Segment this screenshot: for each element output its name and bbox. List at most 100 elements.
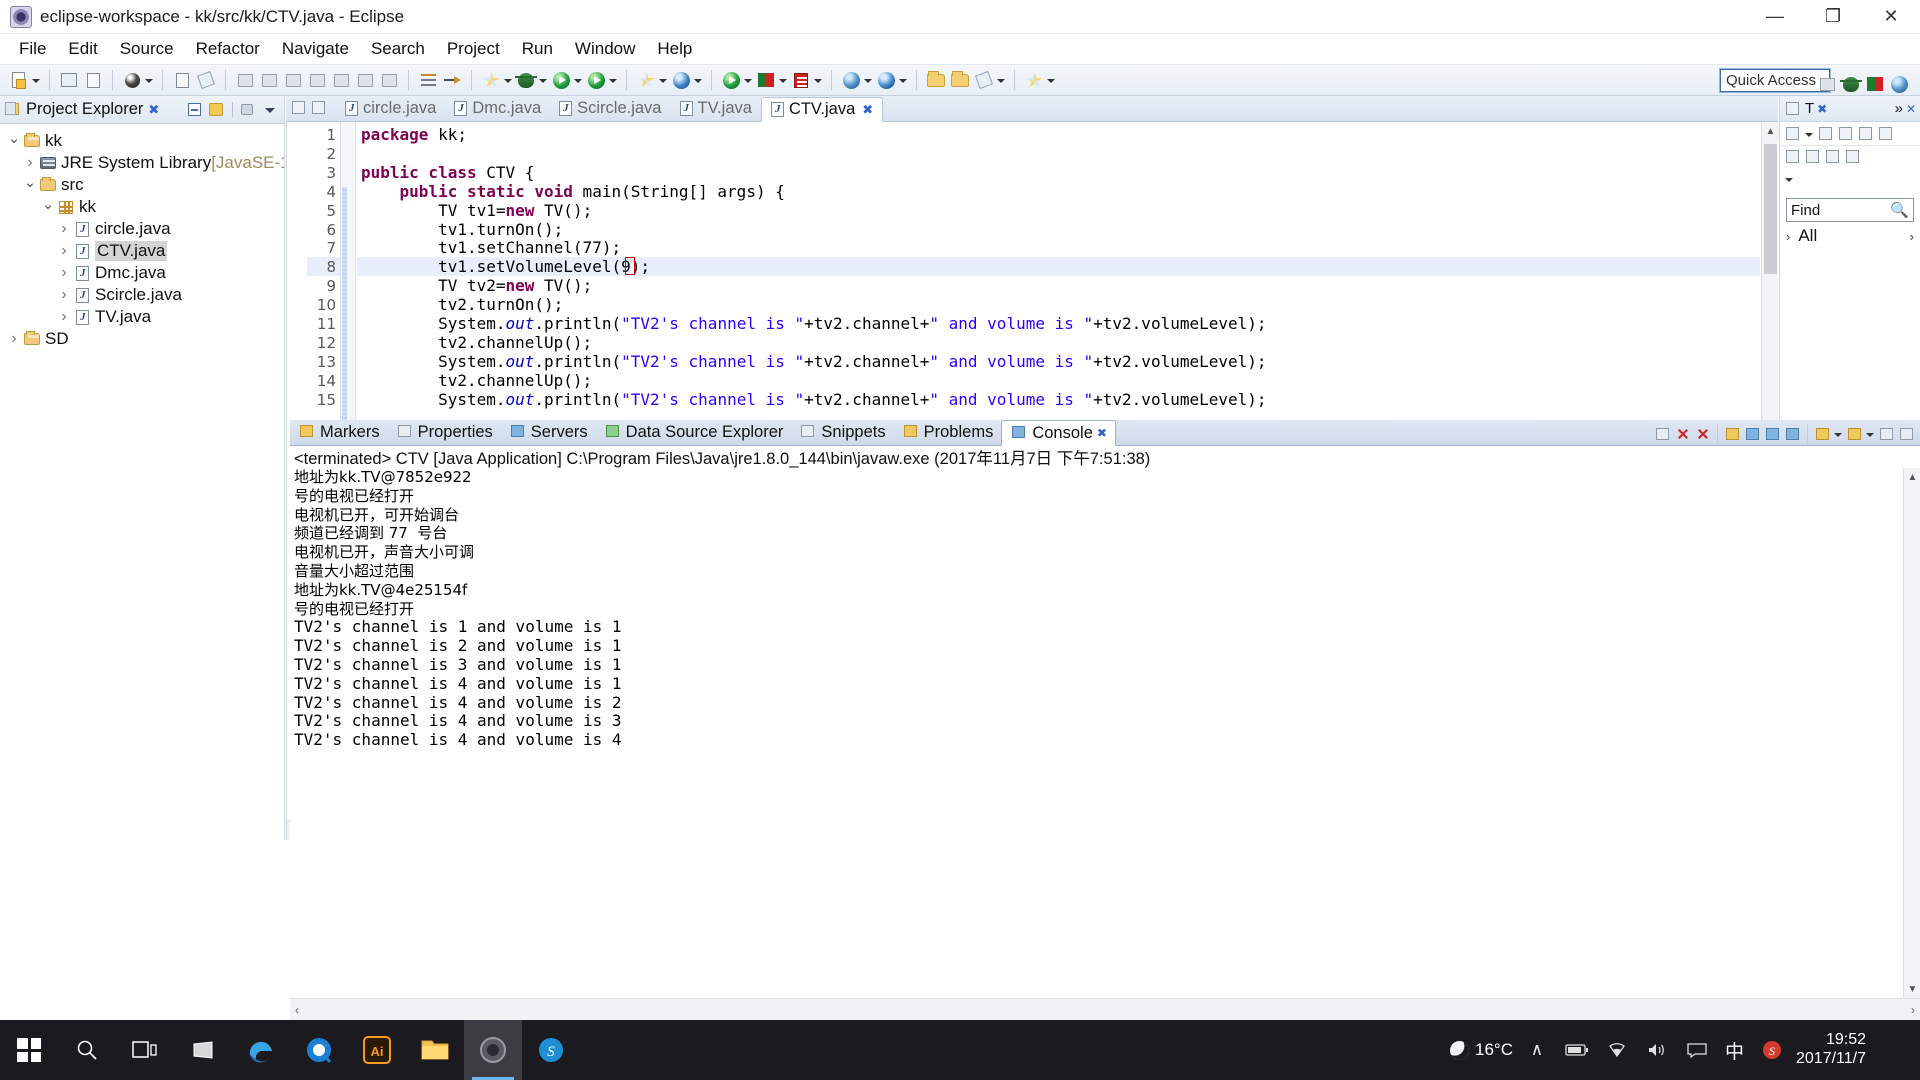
minimize-editor-icon[interactable] (290, 99, 308, 117)
open-console-caret[interactable] (1833, 423, 1842, 445)
maximize-icon[interactable] (1897, 425, 1916, 444)
open-type-icon[interactable] (234, 69, 256, 91)
save-icon[interactable] (58, 69, 80, 91)
hide-static-icon[interactable] (1804, 148, 1822, 166)
stop-server-icon[interactable] (755, 69, 777, 91)
run-caret[interactable] (573, 69, 582, 91)
search-icon[interactable]: 🔍 (1890, 201, 1909, 219)
new-element-icon[interactable] (635, 69, 657, 91)
arrow-right-icon[interactable] (441, 69, 463, 91)
ime-extra-icon[interactable]: S (1752, 1020, 1792, 1080)
chevron-down-icon[interactable] (1784, 168, 1793, 190)
coverage-icon[interactable] (480, 69, 502, 91)
menu-help[interactable]: Help (646, 36, 703, 62)
scroll-thumb[interactable] (1764, 144, 1777, 274)
terminate-server-icon[interactable] (790, 69, 812, 91)
run-server-icon[interactable] (720, 69, 742, 91)
scroll-up-arrow[interactable]: ▲ (1762, 122, 1779, 140)
close-panel-icon[interactable]: ✕ (1906, 102, 1916, 116)
chevron-double-right-icon[interactable]: » (1895, 100, 1903, 117)
menu-edit[interactable]: Edit (57, 36, 108, 62)
wifi-icon[interactable] (1597, 1020, 1637, 1080)
action-center-icon[interactable] (1677, 1020, 1717, 1080)
microsoft-store-icon[interactable] (174, 1020, 232, 1080)
debug-caret[interactable] (538, 69, 547, 91)
run-icon[interactable] (550, 69, 572, 91)
tab-dmc-java[interactable]: Dmc.java (445, 96, 550, 121)
tab-problems[interactable]: Problems (894, 419, 1002, 445)
remove-all-launches-icon[interactable] (1693, 425, 1712, 444)
menu-project[interactable]: Project (436, 36, 511, 62)
browser-caret[interactable] (863, 69, 872, 91)
chevron-down-icon[interactable] (40, 198, 56, 216)
menu-source[interactable]: Source (109, 36, 185, 62)
chevron-right-more-icon[interactable]: › (1910, 229, 1914, 244)
qq-browser-icon[interactable] (290, 1020, 348, 1080)
search-caret[interactable] (898, 69, 907, 91)
tree-item-dmc-java[interactable]: Dmc.java (0, 262, 284, 284)
new-wizard-icon[interactable] (8, 69, 30, 91)
terminate-icon[interactable] (1653, 425, 1672, 444)
close-icon[interactable]: ✖ (1097, 426, 1107, 440)
forward-icon[interactable] (354, 69, 376, 91)
quick-fix-icon[interactable] (195, 69, 217, 91)
all-label[interactable]: All (1798, 226, 1817, 246)
volume-icon[interactable] (1637, 1020, 1677, 1080)
new-element-caret[interactable] (658, 69, 667, 91)
hscroll-right-arrow[interactable]: › (1911, 1003, 1915, 1017)
pin-caret[interactable] (1046, 69, 1055, 91)
server-caret[interactable] (743, 69, 752, 91)
chevron-right-icon[interactable] (56, 264, 72, 282)
chevron-right-icon[interactable] (56, 242, 72, 260)
remove-launch-icon[interactable] (1673, 425, 1692, 444)
menu-window[interactable]: Window (564, 36, 646, 62)
chevron-up-icon[interactable]: ∧ (1517, 1020, 1557, 1080)
hide-fields-icon[interactable] (1784, 148, 1802, 166)
tab-data-source-explorer[interactable]: Data Source Explorer (596, 419, 792, 445)
new-class-icon[interactable] (973, 69, 995, 91)
open-debug-perspective-icon[interactable] (1840, 73, 1862, 95)
tab-properties[interactable]: Properties (388, 419, 501, 445)
link-icon[interactable] (1857, 125, 1875, 143)
tree-item-kk-project[interactable]: kk (0, 130, 284, 152)
close-icon[interactable]: ✖ (862, 102, 873, 118)
console-output[interactable]: 地址为kk.TV@7852e922 号的电视已经打开 电视机已开，可开始调台 频道已经… (290, 468, 1902, 998)
eclipse-icon[interactable] (464, 1020, 522, 1080)
pin-console-icon[interactable] (1783, 425, 1802, 444)
link-with-editor-icon[interactable] (207, 101, 227, 119)
tree-item-src[interactable]: src (0, 174, 284, 196)
hide-nonpublic-icon[interactable] (1824, 148, 1842, 166)
scroll-down-arrow[interactable]: ▼ (1904, 980, 1920, 998)
console-horizontal-scrollbar[interactable]: ‹ › (290, 998, 1920, 1020)
show-desktop-button[interactable] (1876, 1020, 1912, 1080)
chevron-right-icon[interactable] (6, 330, 22, 348)
chevron-down-icon[interactable] (1804, 123, 1813, 145)
file-explorer-icon[interactable] (406, 1020, 464, 1080)
perspective-caret[interactable] (693, 69, 702, 91)
tree-item-ctv-java[interactable]: CTV.java (0, 240, 284, 262)
tree-item-scircle-java[interactable]: Scircle.java (0, 284, 284, 306)
sort-icon[interactable] (1817, 125, 1835, 143)
tab-markers[interactable]: Markers (290, 419, 388, 445)
minimize-button[interactable]: — (1746, 0, 1804, 34)
windows-start-icon[interactable] (0, 1020, 58, 1080)
last-edit-location-icon[interactable] (306, 69, 328, 91)
open-web-browser-icon[interactable] (840, 69, 862, 91)
next-annotation-icon[interactable] (258, 69, 280, 91)
project-tree[interactable]: kk JRE System Library [JavaSE-1.8] src k… (0, 124, 284, 840)
chevron-down-icon[interactable] (260, 101, 280, 119)
chevron-right-icon[interactable] (56, 220, 72, 238)
chevron-right-icon[interactable] (22, 154, 38, 172)
tab-console[interactable]: Console ✖ (1001, 420, 1116, 446)
previous-annotation-icon[interactable] (282, 69, 304, 91)
chevron-down-icon[interactable] (6, 132, 22, 150)
save-all-icon[interactable] (82, 69, 104, 91)
open-perspective-icon[interactable] (670, 69, 692, 91)
tab-tv-java[interactable]: TV.java (671, 96, 761, 121)
menu-icon[interactable] (1877, 125, 1895, 143)
tab-circle-java[interactable]: circle.java (336, 96, 445, 121)
close-button[interactable]: ✕ (1862, 0, 1920, 34)
menu-navigate[interactable]: Navigate (271, 36, 360, 62)
console-vertical-scrollbar[interactable]: ▲ ▼ (1903, 468, 1920, 998)
chevron-right-icon[interactable] (56, 308, 72, 326)
